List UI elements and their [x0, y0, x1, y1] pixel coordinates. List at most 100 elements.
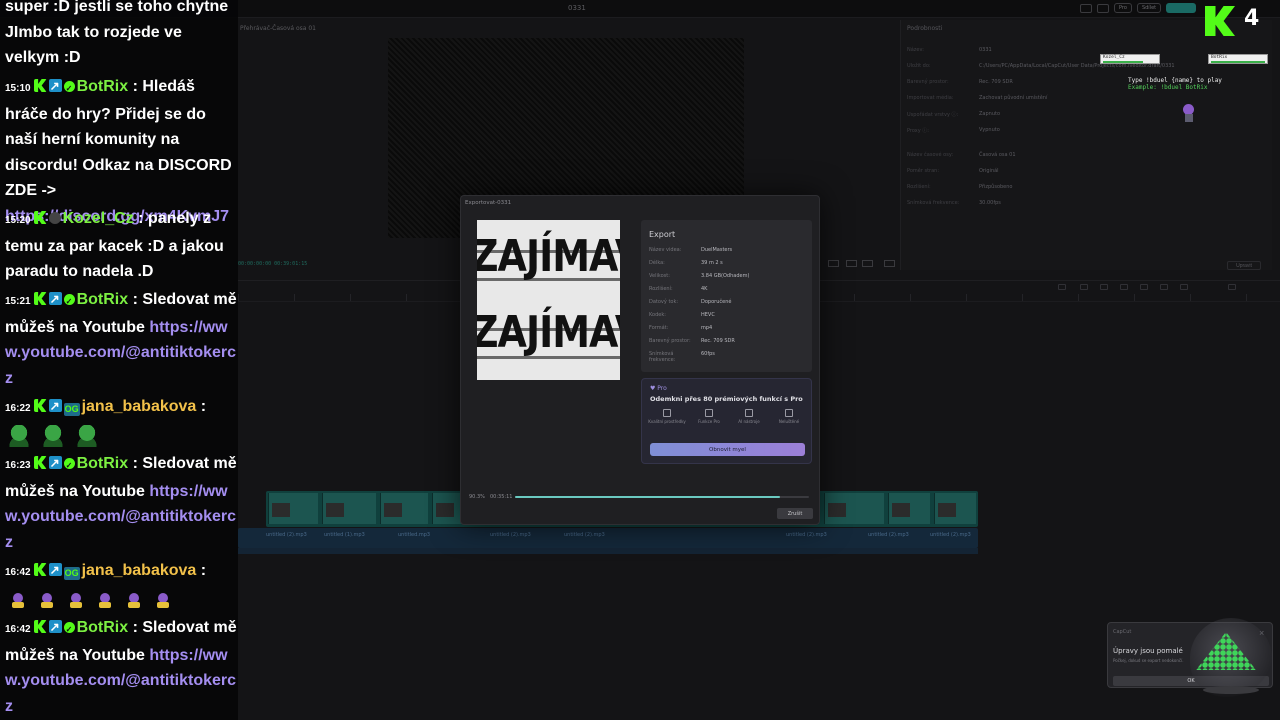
pro-feature-label: Funkce Pro [698, 419, 720, 424]
split-icon[interactable] [1120, 284, 1128, 290]
frog-face-emote-icon [8, 425, 30, 448]
undo-icon[interactable] [1140, 284, 1148, 290]
export-progress: 90.3% 00:35:11 [469, 492, 813, 502]
glitch-line [477, 328, 620, 331]
clip-thumbnail [384, 503, 402, 517]
progress-time: 00:35:11 [490, 494, 513, 500]
prop-key: Proxy ⓘ: [907, 128, 929, 134]
bot-badge-icon [48, 394, 62, 420]
title-bar-controls: Pro Sdílet [1080, 3, 1197, 13]
chat-message: 15:21BotRix : Sledovat mě můžeš na Youtu… [5, 287, 237, 391]
prop-key: Uložit do: [907, 63, 931, 69]
kirby-emote-icon [154, 590, 172, 610]
prop-row: Poměr stran: Originál [907, 168, 1267, 176]
message-time: 15:10 [5, 83, 31, 94]
username[interactable]: BotRix [77, 619, 129, 636]
export-key: Barevný prostor: [649, 338, 691, 344]
username[interactable]: Kozel_Cz [63, 210, 134, 227]
export-key: Délka: [649, 260, 665, 266]
bot-badge-icon [48, 74, 62, 100]
zoom-slider[interactable] [1180, 284, 1188, 290]
mic-icon[interactable] [1058, 284, 1066, 290]
video-clip[interactable] [824, 493, 884, 524]
username[interactable]: BotRix [77, 78, 129, 95]
pro-feature-label: Neluštěné [778, 419, 800, 424]
export-value: Doporučené [701, 299, 732, 305]
username[interactable]: jana_babakova [82, 562, 197, 579]
settings-icon[interactable] [862, 260, 873, 267]
export-key: Velikost: [649, 273, 670, 279]
clip-thumbnail [938, 503, 956, 517]
glitch-line [477, 250, 620, 253]
export-key: Snímková frekvence: [649, 351, 676, 363]
message-time: 15:21 [5, 296, 31, 307]
ratio-icon[interactable] [828, 260, 839, 267]
prop-row: Uspořádat vrstvy ⓘ: Zapnuto [907, 111, 1267, 119]
bot-badge-icon [48, 451, 62, 477]
kick-badge-icon [33, 292, 47, 305]
link-icon[interactable] [1080, 284, 1088, 290]
progress-track [515, 496, 809, 498]
zoom-in-icon[interactable] [1228, 284, 1236, 290]
message-time: 16:22 [5, 403, 31, 414]
prop-row: Uložit do: C:/Users/PC/AppData/Local/CapC… [907, 63, 1267, 71]
fullscreen-icon[interactable] [884, 260, 895, 267]
keyboard-icon[interactable] [1097, 3, 1109, 13]
username[interactable]: BotRix [77, 455, 129, 472]
prop-value: 30.00fps [979, 200, 1001, 206]
duel-player-name: BotRix [1211, 55, 1228, 60]
window-title: 0331 [568, 4, 586, 12]
message-text: : Hledáš hráče do hry? Přidej se do naší… [5, 78, 232, 199]
zoom-out-icon[interactable] [1160, 284, 1168, 290]
video-clip[interactable] [322, 493, 376, 524]
kirby-emote-icon [38, 590, 56, 610]
video-clip[interactable] [934, 493, 976, 524]
export-button[interactable] [1166, 3, 1197, 13]
export-row: Název videa: DuelMasters [649, 247, 809, 255]
video-clip[interactable] [888, 493, 930, 524]
frog-face-emote-icon [76, 425, 98, 448]
export-value: 3.84 GB(Odhadem) [701, 273, 750, 279]
magnet-icon[interactable] [1100, 284, 1108, 290]
prop-row: Snímková frekvence: 30.00fps [907, 200, 1267, 208]
audio-clip-label: untitled (2).mp3 [786, 532, 827, 538]
kick-counter: 4 [1244, 6, 1260, 31]
prop-value: Originál [979, 168, 999, 174]
message-time: 16:42 [5, 624, 31, 635]
kick-badge-icon [33, 399, 47, 412]
pro-pill[interactable]: Pro [1114, 3, 1132, 13]
video-clip[interactable] [268, 493, 318, 524]
audio-track[interactable]: untitled (2).mp3 untitled (1).mp3 untitl… [238, 528, 978, 548]
clip-thumbnail [828, 503, 846, 517]
notification-header: CapCut [1113, 629, 1132, 635]
kick-badge-icon [33, 456, 47, 469]
pro-upsell: ♥ Pro Odemkni přes 80 prémiových funkcí … [641, 378, 812, 464]
share-pill[interactable]: Sdílet [1136, 3, 1162, 13]
username[interactable]: BotRix [77, 291, 129, 308]
audio-track-secondary[interactable] [238, 548, 978, 554]
prop-row: Proxy ⓘ: Vypnuto [907, 127, 1267, 135]
export-dialog: Exportovat-0331 ZAJÍMAVOS ZAJÍMAVOS Expo… [460, 195, 820, 525]
thumb-text-dark: ZAJÍMAV [477, 306, 620, 358]
message-text: : [200, 562, 207, 579]
prop-value: Vypnuto [979, 127, 1000, 133]
prop-key: Snímková frekvence: [907, 200, 960, 206]
upgrade-pro-button[interactable]: Obnovit myel [650, 443, 805, 456]
export-value: mp4 [701, 325, 713, 331]
audio-clip-label: untitled (1).mp3 [324, 532, 365, 538]
pro-heading: Odemkni přes 80 prémiových funkcí s Pro [650, 395, 803, 403]
emote-row [5, 424, 237, 450]
image-quality-icon [663, 409, 671, 417]
video-clip[interactable] [380, 493, 428, 524]
grid-icon [705, 409, 713, 417]
username[interactable]: jana_babakova [82, 398, 197, 415]
export-row: Délka: 39 m 2 s [649, 260, 809, 268]
export-value: 4K [701, 286, 708, 292]
pro-tag: ♥ Pro [650, 385, 667, 392]
edit-button[interactable]: Upravit [1227, 261, 1261, 270]
layout-icon[interactable] [1080, 3, 1092, 13]
crop-icon[interactable] [846, 260, 857, 267]
cancel-button[interactable]: Zrušit [777, 508, 813, 519]
prop-value: 0331 [979, 47, 992, 53]
prop-value: Časová osa 01 [979, 152, 1016, 158]
